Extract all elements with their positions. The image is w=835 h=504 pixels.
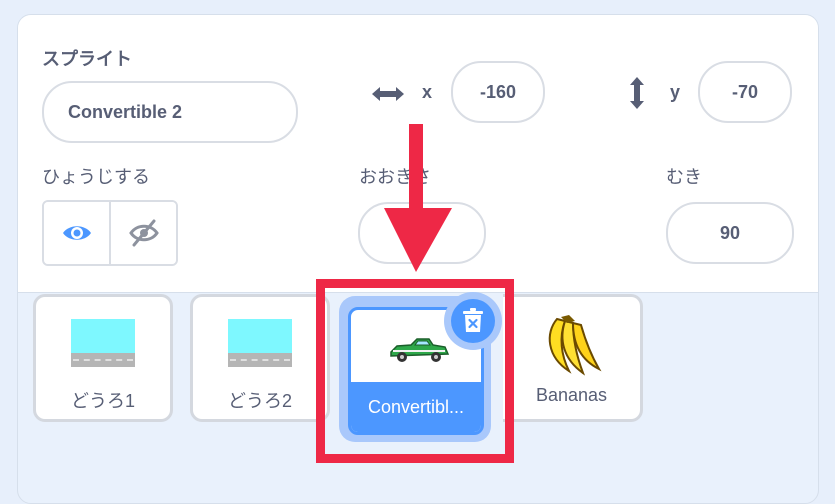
sprite-name: どうろ2 (227, 391, 292, 411)
y-input[interactable]: -70 (698, 61, 792, 123)
eye-icon (62, 226, 91, 240)
bananas-thumbnail (548, 315, 602, 376)
direction-label: むき (666, 167, 702, 187)
sprite-name: Bananas (535, 385, 608, 405)
vertical-arrows-icon (630, 77, 644, 109)
road-thumbnail (228, 319, 292, 369)
show-button[interactable] (44, 202, 111, 264)
sprite-name: どうろ1 (70, 391, 135, 411)
sprite-tile-road-1[interactable]: どうろ1 (33, 294, 173, 422)
show-toggle (42, 200, 178, 266)
horizontal-arrows-icon (372, 87, 404, 101)
sprite-label: スプライト (42, 49, 132, 69)
sprite-name-input[interactable]: Convertible 2 (42, 81, 298, 143)
x-label: x (422, 82, 433, 102)
annotation-highlight-frame (316, 279, 514, 463)
show-label: ひょうじする (42, 167, 150, 187)
annotation-arrow-icon (384, 124, 452, 272)
direction-input[interactable]: 90 (666, 202, 794, 264)
y-label: y (670, 82, 681, 102)
eye-slash-icon (128, 219, 159, 247)
x-input[interactable]: -160 (451, 61, 545, 123)
sprite-tile-road-2[interactable]: どうろ2 (190, 294, 330, 422)
sprite-tile-bananas[interactable]: Bananas (503, 294, 643, 422)
hide-button[interactable] (111, 202, 176, 264)
road-thumbnail (71, 319, 135, 369)
